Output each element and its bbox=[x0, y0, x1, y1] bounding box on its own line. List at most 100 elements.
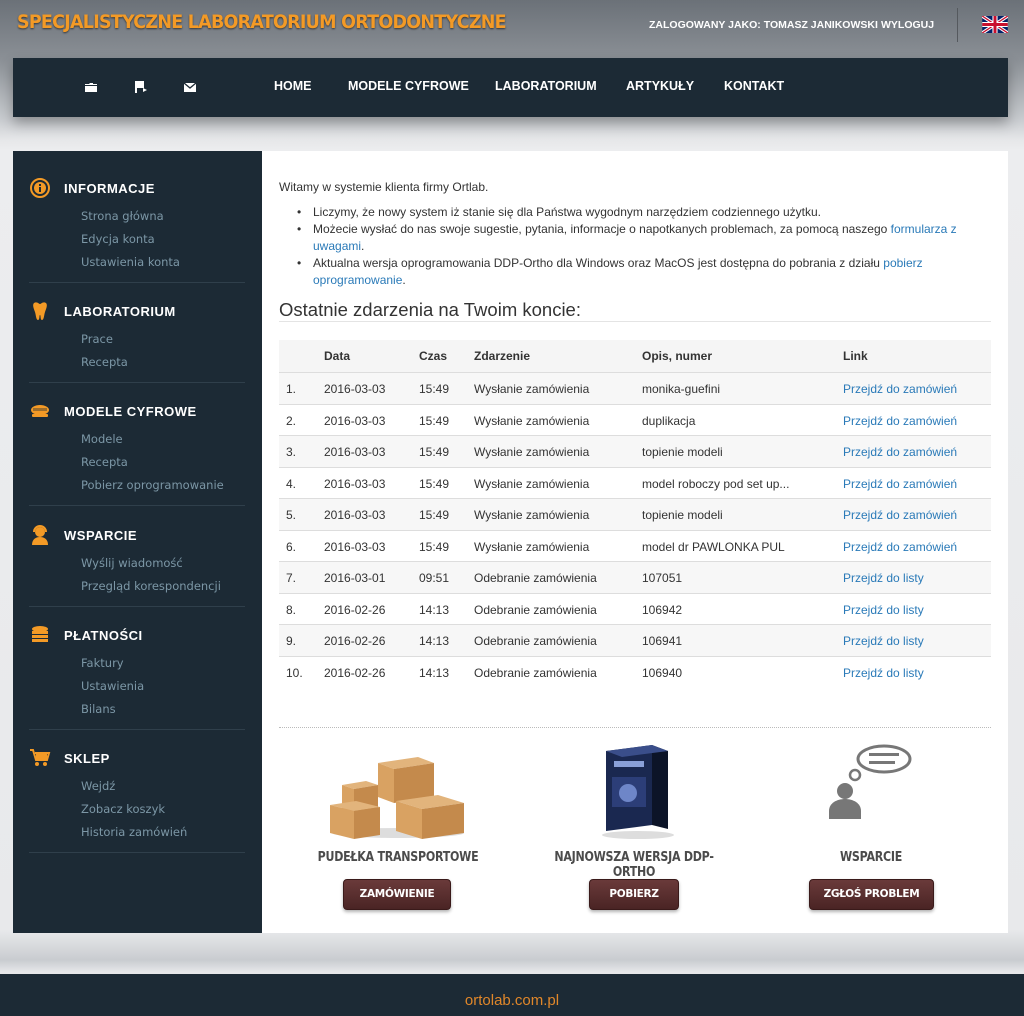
event-link[interactable]: Przejdź do zamówień bbox=[843, 477, 957, 491]
column-header: Zdarzenie bbox=[474, 349, 531, 363]
divider bbox=[29, 282, 245, 283]
sidebar-item-historia-zamowien[interactable]: Historia zamówień bbox=[81, 825, 187, 839]
event-type: Odebranie zamówienia bbox=[474, 602, 597, 617]
event-description: 106940 bbox=[642, 665, 683, 680]
table-row: 3. 2016-03-03 15:49 Wysłanie zamówienia topi… bbox=[279, 435, 991, 467]
sidebar-item-zobacz-koszyk[interactable]: Zobacz koszyk bbox=[81, 802, 165, 816]
sidebar-title: WSPARCIE bbox=[64, 528, 138, 543]
sidebar-item-wejdz[interactable]: Wejdź bbox=[81, 779, 115, 793]
sidebar-item-edycja-konta[interactable]: Edycja konta bbox=[81, 232, 155, 246]
bullet-text: Aktualna wersja oprogramowania DDP-Ortho… bbox=[313, 256, 884, 270]
row-number: 3. bbox=[286, 445, 297, 459]
event-link[interactable]: Przejdź do listy bbox=[843, 603, 924, 617]
nav-modele-cyfrowe[interactable]: MODELE CYFROWE bbox=[348, 79, 469, 93]
row-number: 8. bbox=[286, 602, 297, 617]
event-link[interactable]: Przejdź do zamówień bbox=[843, 540, 957, 554]
event-time: 15:49 bbox=[419, 413, 450, 428]
event-date: 2016-03-03 bbox=[324, 413, 386, 428]
sidebar-title: MODELE CYFROWE bbox=[64, 404, 197, 419]
table-cell: Przejdź do zamówień bbox=[843, 414, 957, 428]
event-link[interactable]: Przejdź do zamówień bbox=[843, 508, 957, 522]
bullet-text: . bbox=[361, 239, 365, 253]
bullet-text: . bbox=[402, 273, 406, 287]
row-number: 1. bbox=[286, 382, 297, 396]
nav-artykuly[interactable]: ARTYKUŁY bbox=[626, 79, 694, 93]
table-cell: Przejdź do zamówień bbox=[843, 477, 957, 491]
table-row: 2. 2016-03-03 15:49 Wysłanie zamówienia dupl… bbox=[279, 403, 991, 436]
info-bullets: Liczymy, że nowy system iż stanie się dl… bbox=[297, 204, 977, 289]
table-row: 6. 2016-03-03 15:49 Wysłanie zamówienia mode… bbox=[279, 529, 991, 562]
sidebar-title: PŁATNOŚCI bbox=[64, 628, 143, 643]
table-cell: Przejdź do zamówień bbox=[843, 540, 957, 554]
sidebar-item-ustawienia[interactable]: Ustawienia bbox=[81, 679, 144, 693]
promo-title: NAJNOWSZA WERSJA DDP-ORTHO bbox=[554, 850, 714, 880]
flag-arrow-icon[interactable] bbox=[134, 80, 148, 94]
envelope-icon[interactable] bbox=[183, 80, 197, 94]
table-row: 9. 2016-02-26 14:13 Odebranie zamówienia 106… bbox=[279, 624, 991, 656]
sidebar-item-bilans[interactable]: Bilans bbox=[81, 702, 116, 716]
divider bbox=[29, 382, 245, 383]
event-link[interactable]: Przejdź do zamówień bbox=[843, 382, 957, 396]
event-type: Odebranie zamówienia bbox=[474, 634, 597, 648]
event-date: 2016-02-26 bbox=[324, 665, 386, 680]
coins-icon bbox=[32, 626, 48, 642]
event-time: 14:13 bbox=[419, 602, 450, 617]
nav-home[interactable]: HOME bbox=[274, 79, 312, 93]
event-time: 14:13 bbox=[419, 634, 450, 648]
main-content: Witamy w systemie klienta firmy Ortlab. … bbox=[262, 151, 1008, 933]
event-time: 15:49 bbox=[419, 445, 450, 459]
divider bbox=[29, 729, 245, 730]
sidebar-item-przeglad-korespondencji[interactable]: Przegląd korespondencji bbox=[81, 579, 221, 593]
event-description: duplikacja bbox=[642, 413, 696, 428]
sidebar-item-prace[interactable]: Prace bbox=[81, 332, 113, 346]
sidebar-item-faktury[interactable]: Faktury bbox=[81, 656, 124, 670]
table-header: Data Czas Zdarzenie Opis, numer Link bbox=[279, 340, 991, 372]
divider bbox=[29, 505, 245, 506]
nav-laboratorium[interactable]: LABORATORIUM bbox=[495, 79, 597, 93]
report-problem-button[interactable]: ZGŁOŚ PROBLEM bbox=[809, 879, 934, 910]
sidebar-item-recepta[interactable]: Recepta bbox=[81, 355, 128, 369]
order-boxes-button[interactable]: ZAMÓWIENIE bbox=[343, 879, 451, 910]
event-description: 107051 bbox=[642, 571, 683, 585]
event-description: model dr PAWLONKA PUL bbox=[642, 539, 785, 554]
divider bbox=[279, 727, 991, 728]
event-link[interactable]: Przejdź do listy bbox=[843, 571, 924, 585]
row-number: 4. bbox=[286, 476, 297, 491]
event-link[interactable]: Przejdź do zamówień bbox=[843, 414, 957, 428]
brand-title[interactable]: SPECJALISTYCZNE LABORATORIUM ORTODONTYCZ… bbox=[17, 11, 507, 33]
sidebar-item-ustawienia-konta[interactable]: Ustawienia konta bbox=[81, 255, 180, 269]
cart-icon bbox=[30, 749, 51, 766]
table-cell: Przejdź do zamówień bbox=[843, 445, 957, 459]
event-link[interactable]: Przejdź do listy bbox=[843, 634, 924, 648]
row-number: 6. bbox=[286, 539, 297, 554]
download-button[interactable]: POBIERZ bbox=[589, 879, 679, 910]
sidebar-item-strona-glowna[interactable]: Strona główna bbox=[81, 209, 164, 223]
event-description: model roboczy pod set up... bbox=[642, 476, 790, 491]
sidebar-title: SKLEP bbox=[64, 751, 110, 766]
bullet-item: Aktualna wersja oprogramowania DDP-Ortho… bbox=[297, 255, 977, 289]
uk-flag-icon[interactable] bbox=[982, 16, 1008, 33]
sidebar-item-recepta[interactable]: Recepta bbox=[81, 455, 128, 469]
nav-kontakt[interactable]: KONTAKT bbox=[724, 79, 784, 93]
bullet-text: Możecie wysłać do nas swoje sugestie, py… bbox=[313, 222, 891, 236]
column-header: Opis, numer bbox=[642, 349, 713, 363]
footer-domain[interactable]: ortolab.com.pl bbox=[0, 992, 1024, 1009]
events-table: Data Czas Zdarzenie Opis, numer Link 1. 2… bbox=[279, 340, 991, 687]
row-number: 9. bbox=[286, 634, 297, 648]
sidebar: INFORMACJE Strona główna Edycja konta Us… bbox=[13, 151, 262, 933]
event-type: Wysłanie zamówienia bbox=[474, 445, 590, 459]
promo-title: PUDEŁKA TRANSPORTOWE bbox=[317, 850, 479, 865]
support-agent-icon bbox=[32, 525, 48, 545]
event-date: 2016-03-03 bbox=[324, 476, 386, 491]
row-number: 7. bbox=[286, 571, 297, 585]
sidebar-item-modele[interactable]: Modele bbox=[81, 432, 123, 446]
dental-model-icon bbox=[31, 405, 49, 417]
sidebar-item-wyslij-wiadomosc[interactable]: Wyślij wiadomość bbox=[81, 556, 183, 570]
table-row: 10. 2016-02-26 14:13 Odebranie zamówienia 10… bbox=[279, 655, 991, 688]
table-row: 5. 2016-03-03 15:49 Wysłanie zamówienia topi… bbox=[279, 498, 991, 530]
folder-icon[interactable] bbox=[84, 80, 98, 94]
logout-link[interactable]: WYLOGUJ bbox=[881, 19, 934, 31]
event-link[interactable]: Przejdź do zamówień bbox=[843, 445, 957, 459]
sidebar-item-pobierz-oprogramowanie[interactable]: Pobierz oprogramowanie bbox=[81, 478, 224, 492]
event-link[interactable]: Przejdź do listy bbox=[843, 666, 924, 680]
